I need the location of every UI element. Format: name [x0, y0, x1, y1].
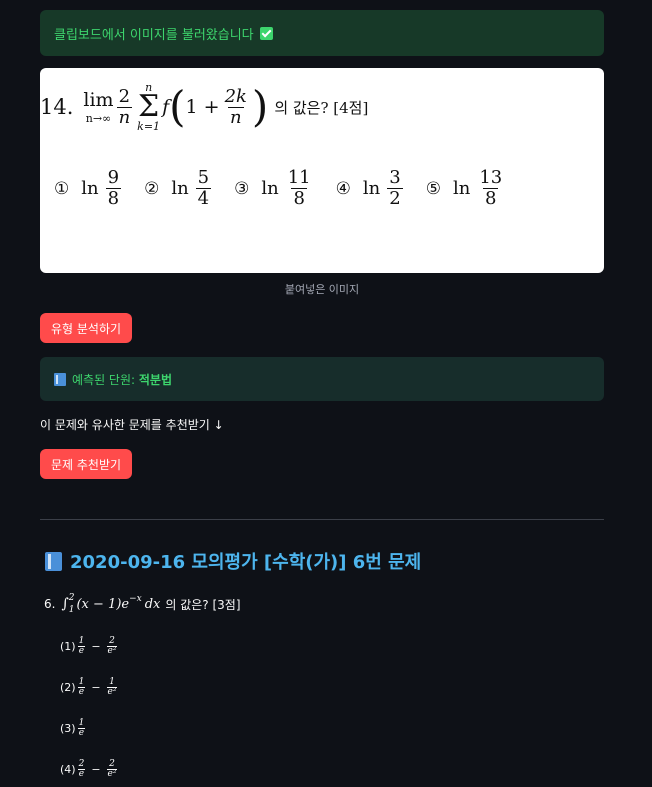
function-f: f — [162, 96, 170, 118]
success-alert: 클립보드에서 이미지를 불러왔습니다 — [40, 10, 604, 56]
book-icon — [45, 551, 62, 571]
lim-word: lim — [83, 89, 114, 111]
limit: lim n→∞ — [83, 89, 113, 125]
book-icon — [54, 372, 66, 386]
recommend-button[interactable]: 문제 추천받기 — [40, 449, 133, 479]
result-heading-text: 2020-09-16 모의평가 [수학(가)] 6번 문제 — [70, 552, 422, 573]
option-3: (3) 1e — [60, 718, 86, 738]
integral-lower: 1 — [68, 605, 75, 615]
option-4: (4) 2e − 2 e² — [60, 759, 118, 779]
choice-3: ③ ln 11 8 — [234, 167, 311, 209]
image-caption: 붙여넣은 이미지 — [284, 283, 360, 296]
problem-statement: 6. ∫ 2 1 (x − 1)e −x dx 의 값은? [3점] — [44, 593, 241, 615]
question-suffix: 의 값은? [4점] — [274, 98, 369, 117]
success-alert-text: 클립보드에서 이미지를 불러왔습니다 — [54, 27, 254, 43]
integral-sign: ∫ — [61, 596, 69, 612]
integral-upper: 2 — [68, 593, 75, 603]
recommend-text: 이 문제와 유사한 문제를 추천받기 ↓ — [40, 418, 224, 432]
lim-subscript: n→∞ — [85, 112, 112, 125]
choice-5: ⑤ ln 13 8 — [425, 167, 503, 209]
check-icon — [259, 26, 273, 40]
question-line: 14. lim n→∞ 2 n n Σ k=1 f ( 1 + 2k n ) 의… — [40, 80, 369, 133]
differential: dx — [144, 596, 161, 612]
coef-fraction: 2 n — [116, 85, 133, 128]
option-1: (1) 1e − 2 e² — [60, 636, 118, 656]
integrand: (x − 1)e — [76, 596, 130, 612]
problem-number: 6. — [44, 597, 56, 611]
answer-choices: ① ln 98 ② ln 54 ③ ln 11 8 ④ ln 32 ⑤ ln 13… — [54, 168, 527, 209]
predicted-unit-label: 예측된 단원: — [72, 372, 136, 387]
inner-fraction: 2k n — [224, 85, 247, 128]
analyze-type-button[interactable]: 유형 분석하기 — [40, 313, 133, 343]
choice-1: ① ln 98 — [54, 167, 122, 209]
inner-one: 1 + — [185, 96, 220, 118]
choice-2: ② ln 54 — [144, 167, 212, 209]
predicted-unit-value: 적분법 — [138, 372, 173, 387]
summation: n Σ k=1 — [137, 80, 161, 133]
exponent: −x — [129, 594, 142, 604]
option-2: (2) 1e − 1 e² — [60, 677, 118, 697]
predicted-unit-alert: 예측된 단원: 적분법 — [40, 357, 604, 401]
pasted-image: 14. lim n→∞ 2 n n Σ k=1 f ( 1 + 2k n ) 의… — [40, 68, 604, 273]
result-heading: 2020-09-16 모의평가 [수학(가)] 6번 문제 — [45, 548, 421, 574]
choice-4: ④ ln 32 — [335, 167, 403, 209]
divider — [40, 519, 604, 520]
problem-suffix: 의 값은? [3점] — [165, 597, 241, 612]
question-number: 14. — [40, 95, 74, 119]
